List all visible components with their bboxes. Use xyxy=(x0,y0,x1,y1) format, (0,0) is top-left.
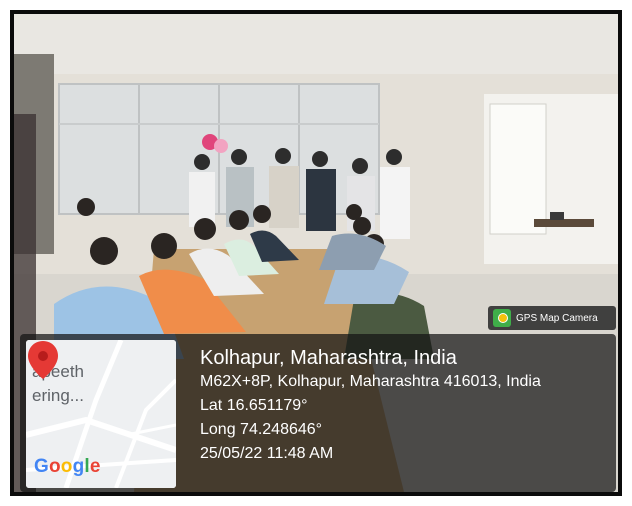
gps-map-camera-badge: GPS Map Camera xyxy=(488,306,616,330)
gps-map-camera-logo-icon xyxy=(493,309,511,327)
map-thumbnail: apeeth ering... Google xyxy=(26,340,176,488)
map-place-label-continued: ering... xyxy=(32,386,84,405)
location-address: M62X+8P, Kolhapur, Maharashtra 416013, I… xyxy=(200,373,541,390)
location-longitude: Long 74.248646° xyxy=(200,421,323,438)
location-latitude: Lat 16.651179° xyxy=(200,397,308,414)
location-city: Kolhapur, Maharashtra, India xyxy=(200,347,457,369)
location-info: Kolhapur, Maharashtra, India M62X+8P, Ko… xyxy=(200,346,541,466)
map-pin-icon xyxy=(28,341,58,379)
google-logo: Google xyxy=(34,456,101,477)
gps-badge-label: GPS Map Camera xyxy=(516,312,598,324)
location-timestamp: 25/05/22 11:48 AM xyxy=(200,445,334,462)
